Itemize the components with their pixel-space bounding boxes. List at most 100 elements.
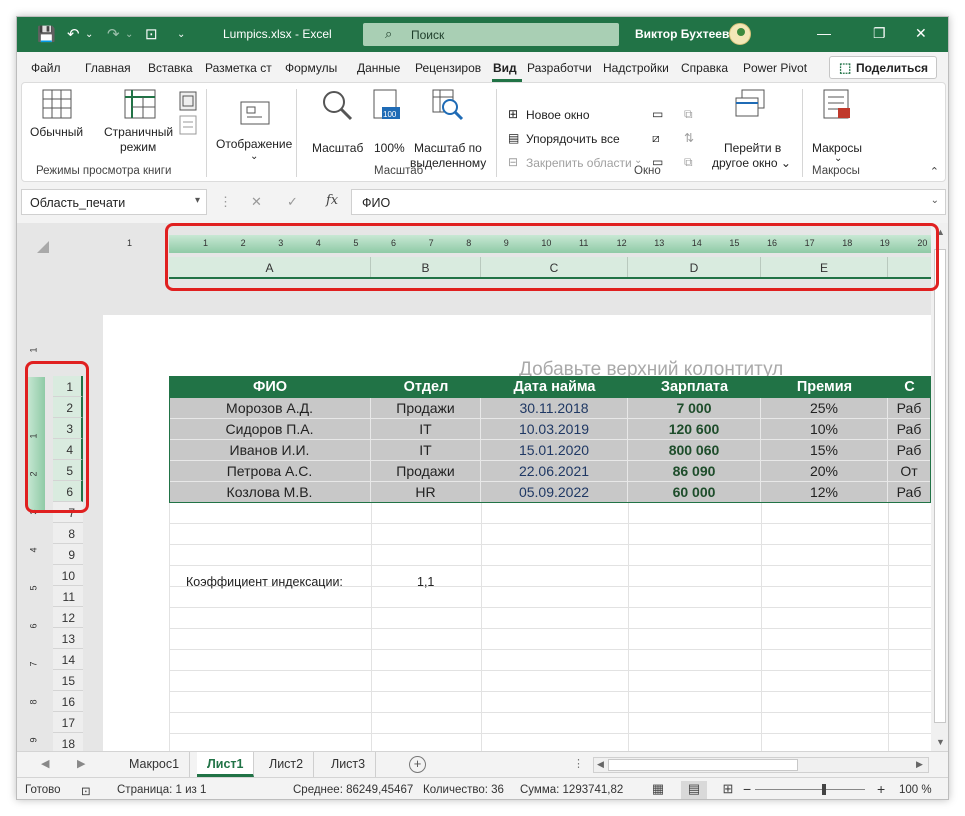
view-side-by-side-icon[interactable]: ⧉	[684, 107, 693, 122]
cell-hire-date[interactable]: 22.06.2021	[481, 461, 628, 482]
tab-help[interactable]: Справка	[681, 61, 728, 75]
collapse-ribbon-icon[interactable]: ⌃	[930, 165, 939, 178]
switch-windows-icon[interactable]	[734, 89, 766, 119]
reset-position-icon[interactable]: ⧉	[684, 155, 693, 170]
cell-bonus[interactable]: 20%	[761, 461, 888, 482]
column-header-a[interactable]: A	[169, 257, 371, 277]
tab-home[interactable]: Главная	[85, 61, 131, 75]
page-layout-icon[interactable]	[124, 89, 156, 119]
tab-data[interactable]: Данные	[357, 61, 400, 75]
add-sheet-button[interactable]: +	[409, 756, 426, 773]
share-button[interactable]: ⬚ Поделиться	[829, 56, 937, 79]
page-layout-status-icon[interactable]: ▤	[681, 781, 707, 799]
row-header[interactable]: 15	[53, 670, 83, 691]
normal-view-status-icon[interactable]: ▦	[645, 781, 671, 799]
custom-views-icon[interactable]	[179, 115, 197, 135]
table-header-salary[interactable]: Зарплата	[628, 377, 761, 398]
cell-status[interactable]: От	[888, 461, 931, 482]
freeze-panes-button[interactable]: Закрепить области	[526, 156, 632, 170]
cell-status[interactable]: Раб	[888, 482, 931, 503]
row-header[interactable]: 7	[53, 502, 83, 523]
camera-icon[interactable]: ⊡	[145, 25, 158, 43]
cell-hire-date[interactable]: 10.03.2019	[481, 419, 628, 440]
cell-status[interactable]: Раб	[888, 398, 931, 419]
insert-function-icon[interactable]: fx	[326, 193, 338, 208]
column-header-f[interactable]	[888, 257, 931, 277]
prev-sheet-icon[interactable]: ◀	[41, 757, 49, 770]
name-box-dropdown-icon[interactable]: ▾	[195, 195, 200, 206]
horizontal-scroll-thumb[interactable]	[608, 759, 798, 771]
redo-dropdown-icon[interactable]: ⌄	[125, 29, 133, 40]
coefficient-label[interactable]: Коэффициент индексации:	[186, 575, 343, 589]
search-box[interactable]: ⌕ Поиск	[363, 23, 619, 46]
status-sum[interactable]: Сумма: 1293741,82	[520, 784, 623, 796]
row-header[interactable]: 8	[53, 523, 83, 544]
row-header[interactable]: 6	[53, 481, 83, 502]
tab-insert[interactable]: Вставка	[148, 61, 193, 75]
cell-hire-date[interactable]: 30.11.2018	[481, 398, 628, 419]
row-header[interactable]: 18	[53, 733, 83, 751]
zoom-slider[interactable]	[755, 789, 865, 790]
tab-view[interactable]: Вид	[493, 61, 517, 75]
split-icon[interactable]: ▭	[652, 107, 663, 121]
table-header-fio[interactable]: ФИО	[169, 377, 371, 398]
table-header-hire-date[interactable]: Дата найма	[481, 377, 628, 398]
row-header[interactable]: 3	[53, 418, 83, 439]
zoom-slider-thumb[interactable]	[822, 784, 826, 795]
column-header-c[interactable]: C	[481, 257, 628, 277]
cell-hire-date[interactable]: 05.09.2022	[481, 482, 628, 503]
user-name[interactable]: Виктор Бухтеев	[635, 27, 729, 41]
cell-fio[interactable]: Сидоров П.А.	[169, 419, 371, 440]
zoom-level[interactable]: 100 %	[899, 784, 932, 796]
save-icon[interactable]: 💾	[37, 25, 56, 43]
switch-windows-button[interactable]: Перейти в	[724, 141, 781, 156]
sheet-tab-list1[interactable]: Лист1	[197, 752, 255, 777]
row-header[interactable]: 9	[53, 544, 83, 565]
undo-dropdown-icon[interactable]: ⌄	[85, 29, 93, 40]
cell-dept[interactable]: Продажи	[371, 461, 481, 482]
tab-formulas[interactable]: Формулы	[285, 61, 337, 75]
normal-view-button[interactable]: Обычный	[30, 125, 83, 140]
table-header-status[interactable]: С	[888, 377, 931, 398]
cancel-icon[interactable]: ✕	[251, 194, 262, 210]
cell-bonus[interactable]: 12%	[761, 482, 888, 503]
normal-view-icon[interactable]	[42, 89, 72, 119]
zoom-button[interactable]: Масштаб	[312, 141, 363, 156]
cell-dept[interactable]: HR	[371, 482, 481, 503]
cell-bonus[interactable]: 25%	[761, 398, 888, 419]
row-header[interactable]: 12	[53, 607, 83, 628]
row-header[interactable]: 4	[53, 439, 83, 460]
row-header[interactable]: 17	[53, 712, 83, 733]
sheet-tab-list3[interactable]: Лист3	[321, 752, 377, 777]
cell-fio[interactable]: Козлова М.В.	[169, 482, 371, 503]
cell-salary[interactable]: 120 600	[628, 419, 761, 440]
cell-dept[interactable]: IT	[371, 419, 481, 440]
sheet-area[interactable]: 1 1 2 3 4 5 6 7 8 9 10 11 12 13 14 15 16 17 18 19 20 A B C D…	[17, 223, 931, 751]
row-header[interactable]: 2	[53, 397, 83, 418]
show-button[interactable]: Отображение	[216, 137, 292, 152]
table-header-dept[interactable]: Отдел	[371, 377, 481, 398]
row-header[interactable]: 11	[53, 586, 83, 607]
scroll-up-icon[interactable]: ▲	[936, 227, 945, 237]
table-header-bonus[interactable]: Премия	[761, 377, 888, 398]
page-break-status-icon[interactable]: ⊞	[715, 781, 741, 799]
tab-file[interactable]: Файл	[31, 61, 61, 75]
cell-salary[interactable]: 86 090	[628, 461, 761, 482]
macros-dropdown-icon[interactable]: ⌄	[834, 153, 842, 164]
zoom-out-button[interactable]: −	[743, 781, 751, 797]
macros-icon[interactable]	[822, 89, 852, 121]
cell-salary[interactable]: 800 060	[628, 440, 761, 461]
next-sheet-icon[interactable]: ▶	[77, 757, 85, 770]
cell-bonus[interactable]: 15%	[761, 440, 888, 461]
accessibility-icon[interactable]: ⊡	[81, 784, 91, 798]
sheet-tab-macro1[interactable]: Макрос1	[119, 752, 191, 777]
sync-scroll-icon[interactable]: ⇅	[684, 131, 694, 145]
tab-developer[interactable]: Разработчи	[527, 61, 592, 75]
cell-hire-date[interactable]: 15.01.2020	[481, 440, 628, 461]
row-header[interactable]: 13	[53, 628, 83, 649]
page-layout-button[interactable]: Страничный	[104, 125, 173, 140]
cell-dept[interactable]: Продажи	[371, 398, 481, 419]
scroll-down-icon[interactable]: ▼	[936, 737, 945, 747]
hide-icon[interactable]: ⧄	[652, 131, 660, 146]
zoom-to-selection-button[interactable]: Масштаб по	[414, 141, 482, 156]
